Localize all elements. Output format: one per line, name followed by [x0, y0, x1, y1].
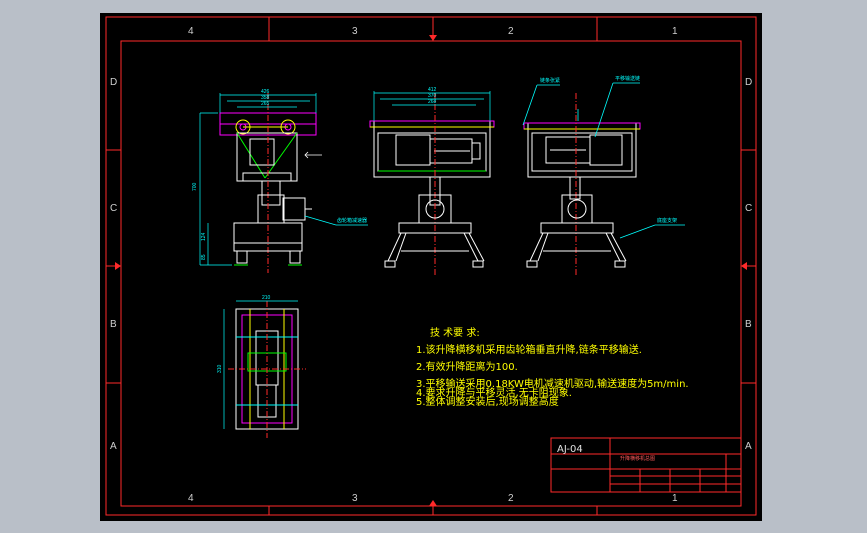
dim-top-265: 265	[261, 101, 270, 107]
zone-top-1: 1	[672, 26, 678, 37]
zone-right-C: C	[745, 203, 753, 214]
technical-requirements: 技 术要 求: 1.该升降横移机采用齿轮箱垂直升降,链条平移输送. 2.有效升降…	[416, 325, 689, 411]
dim-height-700: 700	[192, 182, 198, 191]
note-line-5: 5.整体调整安装后,现场调整高度	[416, 397, 559, 408]
callout-gearbox: 齿轮箱减速器	[337, 217, 367, 224]
zone-top-2: 2	[508, 26, 514, 37]
zone-bottom-4: 4	[188, 493, 194, 504]
dim-base-124: 124	[201, 232, 207, 241]
zone-left-C: C	[110, 203, 118, 214]
dim-plan-width: 210	[262, 295, 271, 301]
zone-top-3: 3	[352, 26, 358, 37]
callout-chain-tension: 链条张紧	[540, 77, 560, 84]
drawing-code: AJ-04	[557, 444, 583, 455]
zone-left-D: D	[110, 77, 118, 88]
zone-left-A: A	[110, 441, 117, 452]
drawing-name: 升降横移机总图	[620, 456, 656, 462]
zone-right-D: D	[745, 77, 753, 88]
callout-transfer-chain: 平移输送链	[615, 75, 640, 82]
dim-plan-height: 310	[217, 364, 223, 373]
side-view-dims	[199, 93, 317, 266]
zone-right-A: A	[745, 441, 752, 452]
cad-viewport[interactable]: 426 358 265 700 124 85 412 370 268 链条张紧 …	[100, 13, 762, 521]
zone-bottom-1: 1	[672, 493, 678, 504]
zone-bottom-3: 3	[352, 493, 358, 504]
callout-base-frame: 底座支架	[657, 217, 677, 224]
zone-right-B: B	[745, 319, 752, 330]
zone-top-4: 4	[188, 26, 194, 37]
drawing-sheet: 426 358 265 700 124 85 412 370 268 链条张紧 …	[105, 16, 757, 516]
dim-foot-85: 85	[201, 254, 207, 260]
notes-heading: 技 术要 求:	[430, 328, 480, 339]
zone-left-B: B	[110, 319, 117, 330]
note-line-1: 1.该升降横移机采用齿轮箱垂直升降,链条平移输送.	[416, 345, 642, 356]
zone-bottom-2: 2	[508, 493, 514, 504]
plan-view	[228, 301, 306, 438]
dim-front-268: 268	[428, 99, 437, 105]
rear-view	[523, 93, 641, 275]
side-view	[219, 93, 317, 273]
front-view	[369, 93, 495, 275]
note-line-2: 2.有效升降距离为100.	[416, 362, 518, 373]
